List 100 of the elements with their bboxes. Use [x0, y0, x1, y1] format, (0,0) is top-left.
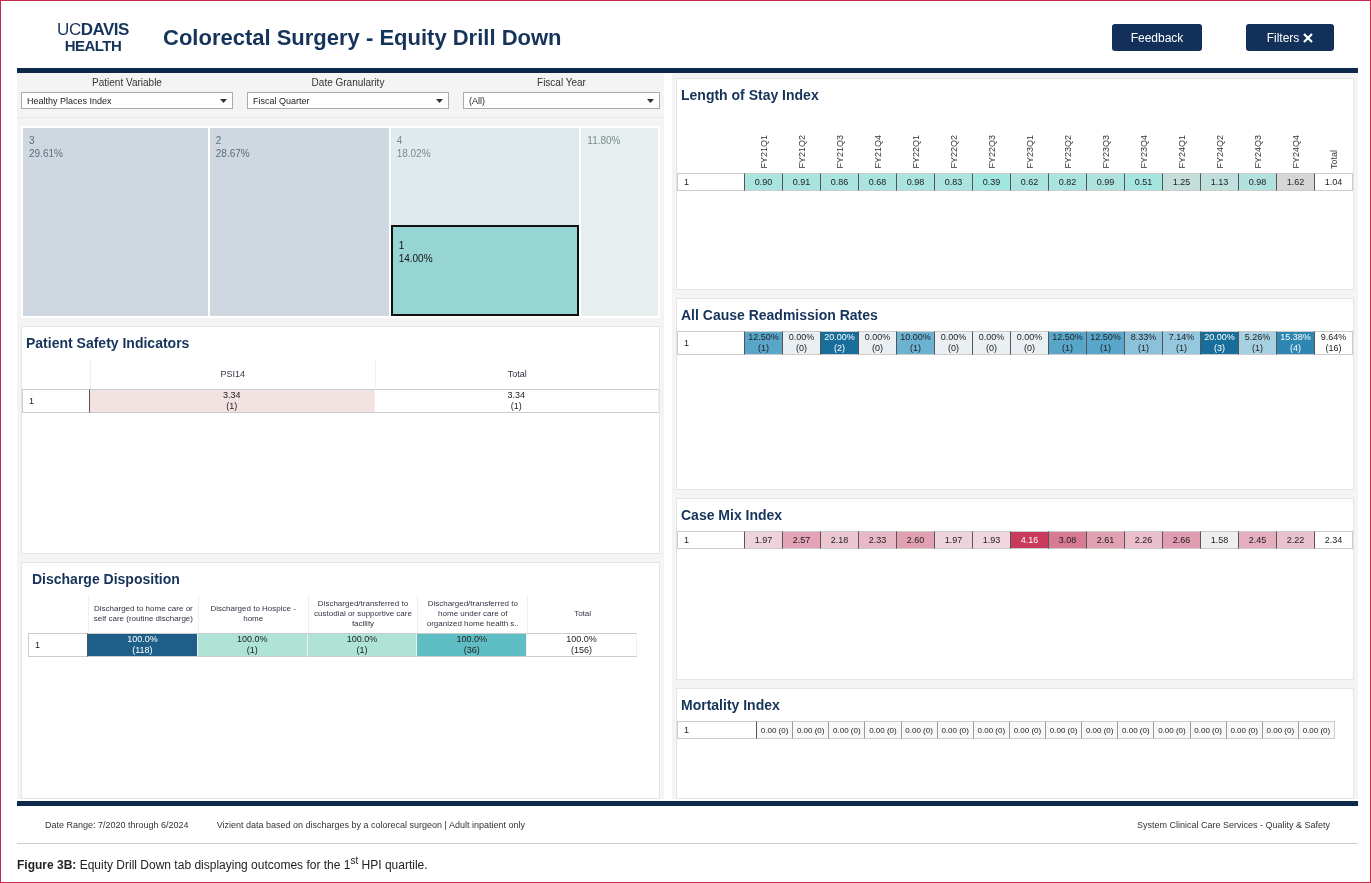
column-header: Total	[506, 368, 528, 381]
column-header: FY23Q2	[1063, 135, 1073, 169]
table-cell: 4.16	[1011, 531, 1049, 549]
table-cell: 0.00% (0)	[935, 331, 973, 355]
treemap-tile[interactable]: 1 14.00%	[390, 225, 580, 316]
feedback-button[interactable]: Feedback	[1112, 24, 1202, 51]
table-cell: 0.00 (0)	[937, 721, 974, 739]
table-cell: 100.0% (118)	[88, 633, 198, 657]
table-cell: 1.13	[1201, 173, 1239, 191]
column-header: FY23Q4	[1139, 135, 1149, 169]
footer-text: Vizient data based on discharges by a colorecal surgeon | Adult inpatient only	[216, 819, 525, 830]
table-cell: 5.26% (1)	[1239, 331, 1277, 355]
column-header: FY22Q2	[949, 135, 959, 169]
caret-icon	[436, 98, 443, 103]
table-cell: 9.64% (16)	[1315, 331, 1353, 355]
footer-text: System Clinical Care Services - Quality & Safety	[1136, 819, 1330, 830]
table-cell: 0.00% (0)	[1011, 331, 1049, 355]
panel-title: All Cause Readmission Rates	[680, 306, 879, 325]
table-cell: 0.00 (0)	[865, 721, 902, 739]
table-cell: 0.51	[1125, 173, 1163, 191]
column-header: FY21Q4	[873, 135, 883, 169]
table-cell: 2.60	[897, 531, 935, 549]
table-cell: 1.97	[935, 531, 973, 549]
table-cell: 3.34 (1)	[374, 389, 659, 413]
logo-text: UCDAVIS	[57, 21, 129, 38]
table-cell: 0.00 (0)	[793, 721, 830, 739]
table-cell: 1.97	[745, 531, 783, 549]
column-header: PSI14	[219, 368, 246, 381]
table-cell: 15.38% (4)	[1277, 331, 1315, 355]
table-cell: 0.00 (0)	[1298, 721, 1335, 739]
column-header: FY24Q3	[1253, 135, 1263, 169]
caret-icon	[647, 98, 654, 103]
column-header: FY24Q2	[1215, 135, 1225, 169]
table-cell: 1.58	[1201, 531, 1239, 549]
table-cell: 0.00 (0)	[757, 721, 794, 739]
panel-title: Mortality Index	[680, 696, 781, 715]
column-header: FY23Q1	[1025, 135, 1035, 169]
table-cell: 2.18	[821, 531, 859, 549]
table-cell: 1.93	[973, 531, 1011, 549]
table-cell: 100.0% (36)	[417, 633, 528, 657]
caret-icon	[220, 98, 227, 103]
figure-caption: Figure 3B: Equity Drill Down tab displaying outcomes for the 1$^{st}$ HPI quartile.	[17, 854, 428, 872]
table-cell: 0.00 (0)	[973, 721, 1010, 739]
table-cell: 100.0% (1)	[307, 633, 418, 657]
table-cell: 0.00 (0)	[1262, 721, 1299, 739]
column-header: FY22Q3	[987, 135, 997, 169]
panel-title: Discharge Disposition	[31, 570, 181, 589]
table-cell: 0.68	[859, 173, 897, 191]
table-cell: 0.00 (0)	[1082, 721, 1119, 739]
table-cell: 0.00 (0)	[829, 721, 866, 739]
table-cell: 12.50% (1)	[1087, 331, 1125, 355]
panel-title: Case Mix Index	[680, 506, 784, 525]
table-cell: 2.26	[1125, 531, 1163, 549]
table-cell: 0.00 (0)	[901, 721, 938, 739]
footer-text: Date Range: 7/2020 through 6/2024	[45, 819, 189, 830]
column-header: Total	[1329, 150, 1339, 169]
dashboard-title: Colorectal Surgery - Equity Drill Down	[163, 24, 563, 51]
column-header: FY21Q2	[797, 135, 807, 169]
table-cell: 2.22	[1277, 531, 1315, 549]
column-header: FY21Q1	[759, 135, 769, 169]
table-cell: 0.00 (0)	[1226, 721, 1263, 739]
table-cell: 0.00% (0)	[783, 331, 821, 355]
logo-text: HEALTH	[64, 37, 122, 54]
table-cell: 12.50% (1)	[1049, 331, 1087, 355]
row-label: 1	[677, 721, 757, 739]
filter-label: Date Granularity	[310, 77, 386, 90]
table-cell: 0.86	[821, 173, 859, 191]
table-cell: 12.50% (1)	[745, 331, 783, 355]
filter-label: Fiscal Year	[536, 77, 587, 90]
column-header: Discharged to Hospice - home	[209, 603, 297, 625]
treemap-tile[interactable]: 2 28.67%	[209, 128, 389, 316]
row-label: 1	[677, 531, 745, 549]
column-header: FY24Q4	[1291, 135, 1301, 169]
table-cell: 2.61	[1087, 531, 1125, 549]
table-cell: 100.0% (156)	[527, 633, 637, 657]
row-label: 1	[677, 173, 745, 191]
column-header: FY24Q1	[1177, 135, 1187, 169]
table-cell: 0.90	[745, 173, 783, 191]
dropdown[interactable]: Healthy Places Index	[21, 92, 233, 109]
treemap-tile[interactable]: 3 29.61%	[23, 128, 208, 316]
column-header: Discharged to home care or self care (routine discharge)	[92, 603, 194, 625]
table-cell: 20.00% (2)	[821, 331, 859, 355]
row-label: 1	[28, 633, 88, 657]
row-label: 1	[22, 389, 90, 413]
dropdown[interactable]: (All)	[463, 92, 660, 109]
table-cell: 1.62	[1277, 173, 1315, 191]
column-header: FY22Q1	[911, 135, 921, 169]
column-header: FY21Q3	[835, 135, 845, 169]
table-cell: 0.62	[1011, 173, 1049, 191]
table-cell: 2.33	[859, 531, 897, 549]
table-cell: 0.00 (0)	[1118, 721, 1155, 739]
table-cell: 0.83	[935, 173, 973, 191]
dropdown[interactable]: Fiscal Quarter	[247, 92, 449, 109]
table-cell: 2.57	[783, 531, 821, 549]
table-cell: 0.39	[973, 173, 1011, 191]
table-cell: 3.34 (1)	[90, 389, 375, 413]
filters-button[interactable]: Filters	[1246, 24, 1334, 51]
table-cell: 8.33% (1)	[1125, 331, 1163, 355]
table-cell: 3.08	[1049, 531, 1087, 549]
column-header: Discharged/transferred to custodial or supportive care facility	[313, 598, 413, 630]
